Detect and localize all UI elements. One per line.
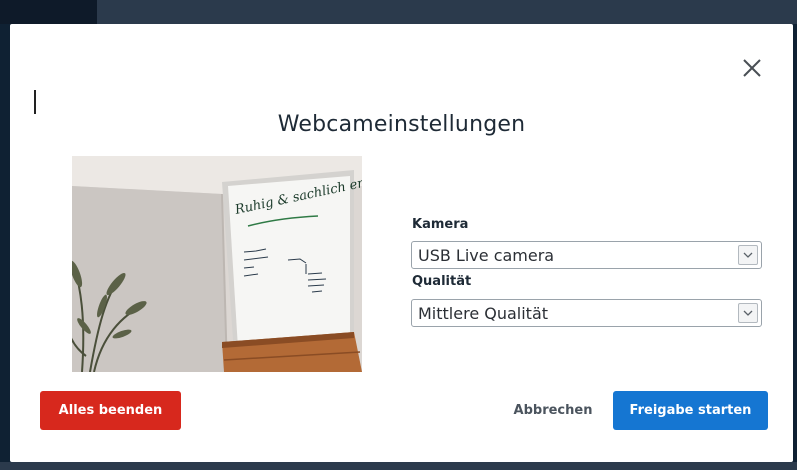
webcam-preview: Ruhig & sachlich erklären xyxy=(72,156,362,372)
end-all-button[interactable]: Alles beenden xyxy=(40,391,181,430)
quality-select-value: Mittlere Qualität xyxy=(418,304,549,323)
cancel-button[interactable]: Abbrechen xyxy=(501,391,605,430)
quality-label: Qualität xyxy=(412,274,472,289)
camera-dropdown-toggle[interactable] xyxy=(738,245,758,265)
webcam-settings-dialog: Webcameinstellungen Ruhig & sachlich erk… xyxy=(10,24,793,462)
chevron-down-icon xyxy=(743,310,753,316)
dialog-title: Webcameinstellungen xyxy=(277,112,526,137)
close-button[interactable] xyxy=(738,54,766,82)
background-app-footer xyxy=(0,462,797,470)
start-sharing-button[interactable]: Freigabe starten xyxy=(613,391,768,430)
background-app-header xyxy=(0,0,797,24)
camera-label: Kamera xyxy=(412,217,469,232)
background-app-sidebar xyxy=(0,0,97,24)
chevron-down-icon xyxy=(743,252,753,258)
camera-select[interactable]: USB Live camera xyxy=(411,241,762,269)
text-cursor xyxy=(34,90,36,114)
camera-select-value: USB Live camera xyxy=(418,246,555,265)
close-icon xyxy=(743,59,761,77)
quality-select[interactable]: Mittlere Qualität xyxy=(411,299,762,327)
quality-dropdown-toggle[interactable] xyxy=(738,303,758,323)
